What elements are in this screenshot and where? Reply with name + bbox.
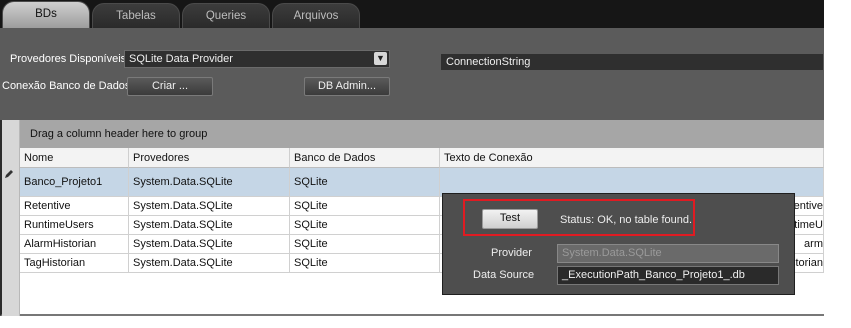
table-row-name[interactable]: Banco_Projeto1 xyxy=(20,168,129,197)
providers-label: Provedores Disponíveis: xyxy=(10,53,130,65)
table-row-provider[interactable]: System.Data.SQLite xyxy=(129,197,290,216)
row-indicator-column xyxy=(2,120,20,316)
group-panel[interactable]: Drag a column header here to group xyxy=(20,120,824,148)
column-header-provedores[interactable]: Provedores xyxy=(129,148,290,168)
tab-arquivos[interactable]: Arquivos xyxy=(272,3,360,28)
table-row-provider[interactable]: System.Data.SQLite xyxy=(129,254,290,273)
table-row-db[interactable]: SQLite xyxy=(290,216,440,235)
table-row-db[interactable]: SQLite xyxy=(290,235,440,254)
provider-label: Provider xyxy=(491,247,532,259)
table-row-name[interactable]: AlarmHistorian xyxy=(20,235,129,254)
provider-field: System.Data.SQLite xyxy=(557,244,779,263)
column-header-nome[interactable]: Nome xyxy=(20,148,129,168)
data-source-label: Data Source xyxy=(473,269,535,281)
provider-select[interactable]: SQLite Data Provider ▼ xyxy=(124,50,390,68)
table-row-name[interactable]: RuntimeUsers xyxy=(20,216,129,235)
table-row-provider[interactable]: System.Data.SQLite xyxy=(129,216,290,235)
connection-label: Conexão Banco de Dados xyxy=(2,80,131,92)
tab-queries[interactable]: Queries xyxy=(182,3,270,28)
status-highlight xyxy=(463,199,695,236)
column-header-banco[interactable]: Banco de Dados xyxy=(290,148,440,168)
pencil-icon xyxy=(5,170,13,178)
table-row-name[interactable]: TagHistorian xyxy=(20,254,129,273)
table-row-db[interactable]: SQLite xyxy=(290,168,440,197)
create-button[interactable]: Criar ... xyxy=(127,77,213,96)
connection-string-field[interactable]: ConnectionString xyxy=(441,54,823,70)
tab-bds[interactable]: BDs xyxy=(2,1,90,28)
tab-bar: BDs Tabelas Queries Arquivos xyxy=(0,0,824,28)
data-source-field[interactable]: _ExecutionPath_Banco_Projeto1_.db xyxy=(557,266,779,285)
tab-tabelas[interactable]: Tabelas xyxy=(92,3,180,28)
table-row-provider[interactable]: System.Data.SQLite xyxy=(129,168,290,197)
table-row-name[interactable]: Retentive xyxy=(20,197,129,216)
table-row-db[interactable]: SQLite xyxy=(290,254,440,273)
provider-select-value: SQLite Data Provider xyxy=(129,53,233,65)
db-admin-button[interactable]: DB Admin... xyxy=(304,77,390,96)
column-header-texto[interactable]: Texto de Conexão xyxy=(440,148,824,168)
table-row-provider[interactable]: System.Data.SQLite xyxy=(129,235,290,254)
settings-panel: Provedores Disponíveis: SQLite Data Prov… xyxy=(0,28,824,120)
table-row-db[interactable]: SQLite xyxy=(290,197,440,216)
chevron-down-icon[interactable]: ▼ xyxy=(374,52,387,65)
